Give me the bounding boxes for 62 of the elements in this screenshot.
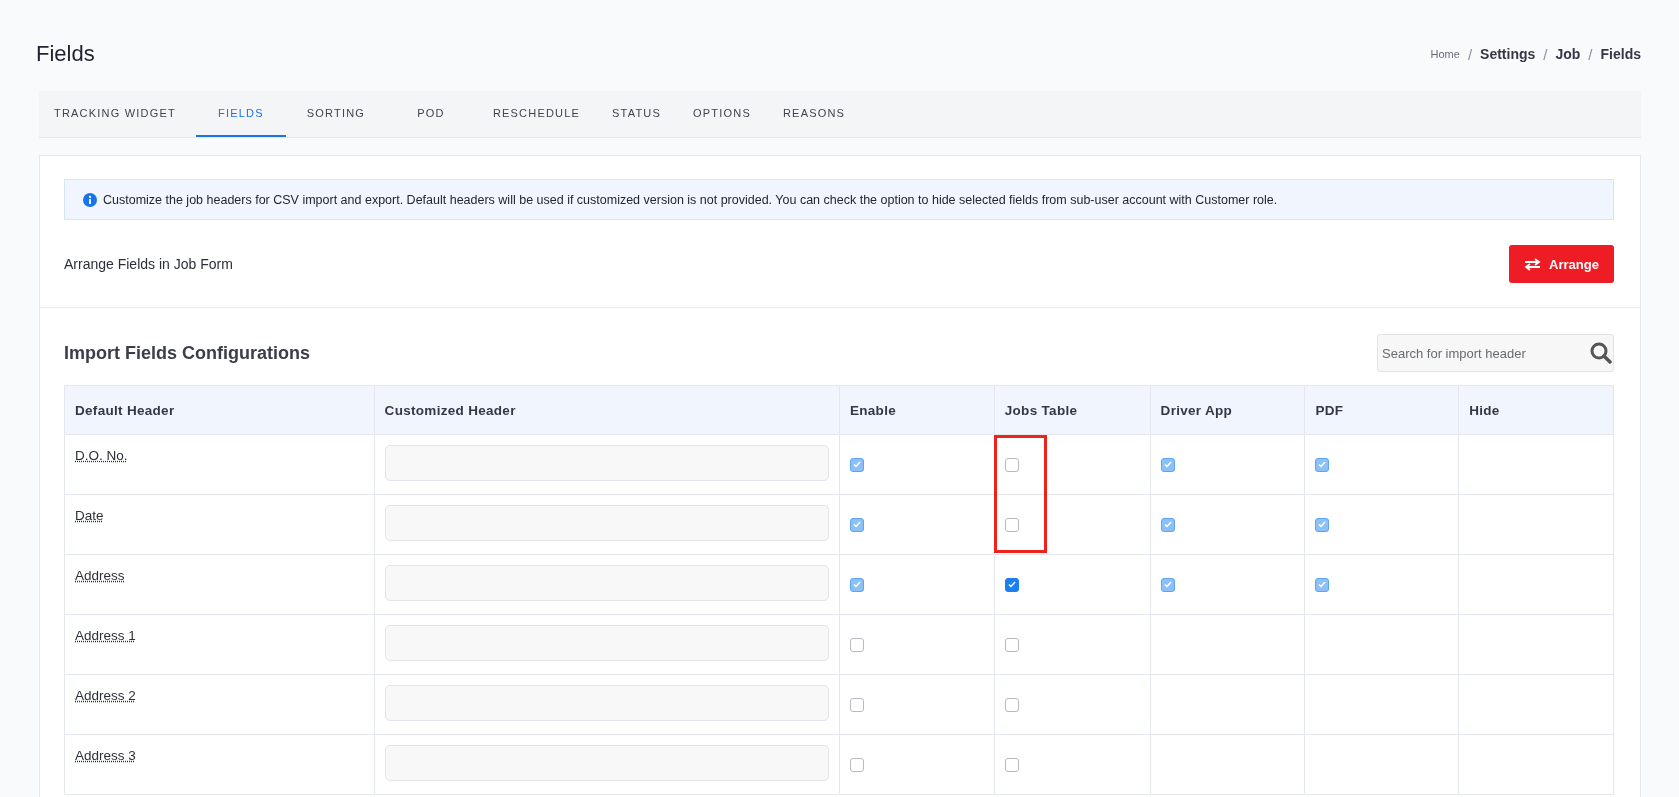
column-header: Customized Header (373, 386, 839, 434)
column-header: Hide (1458, 386, 1613, 434)
section-title: Import Fields Configurations (64, 342, 310, 364)
checkbox[interactable] (849, 757, 864, 772)
customized-header-input[interactable] (384, 445, 829, 481)
field-label: Address 2 (75, 688, 136, 703)
checkbox[interactable] (849, 637, 864, 652)
tab[interactable]: REASONS (767, 91, 861, 137)
field-label: Address (75, 568, 125, 583)
column-header: Default Header (74, 401, 176, 420)
checkbox[interactable] (1004, 457, 1019, 472)
breadcrumb-item[interactable]: Settings (1480, 46, 1536, 62)
tab[interactable]: OPTIONS (678, 91, 766, 137)
customized-header-input[interactable] (384, 745, 829, 781)
search-icon (1590, 342, 1612, 364)
column-header: Driver App (1149, 386, 1305, 434)
tab[interactable]: RESCHEDULE (477, 91, 596, 137)
check-icon (852, 521, 861, 528)
column-header: Jobs Table (993, 386, 1150, 434)
checkbox[interactable] (849, 697, 864, 712)
check-icon (1318, 461, 1327, 468)
breadcrumb-item[interactable]: Job (1555, 46, 1581, 62)
tab[interactable]: STATUS (597, 91, 677, 137)
field-label: Address 3 (75, 748, 136, 763)
check-icon (852, 581, 861, 588)
column-header: PDF (1304, 386, 1459, 434)
field-label: Address 1 (75, 628, 136, 643)
check-icon (1007, 581, 1016, 588)
info-icon (83, 192, 97, 207)
check-icon (852, 461, 861, 468)
swap-arrows-icon (1524, 257, 1542, 271)
customized-header-input[interactable] (384, 625, 829, 661)
page-title: Fields (36, 41, 95, 67)
check-icon (1163, 581, 1172, 588)
column-header: Enable (838, 386, 994, 434)
customized-header-input[interactable] (384, 685, 829, 721)
tab[interactable]: TRACKING WIDGET (39, 91, 191, 137)
checkbox[interactable] (1004, 637, 1019, 652)
tab[interactable]: SORTING (287, 91, 384, 137)
breadcrumb-item[interactable]: Fields (1600, 46, 1641, 62)
tab[interactable]: POD (385, 91, 476, 137)
breadcrumb-separator: / (1543, 45, 1548, 63)
info-text: Customize the job headers for CSV import and export. Default headers will be used if customized version is not provided. You can check the option to hide selected fields from sub-user account with Customer role. (103, 192, 1278, 207)
breadcrumb-separator: / (1588, 45, 1593, 63)
customized-header-input[interactable] (384, 565, 829, 601)
field-label: D.O. No. (75, 448, 128, 463)
breadcrumb-item[interactable]: Home (1430, 48, 1460, 60)
arrange-button[interactable]: Arrange (1509, 245, 1614, 283)
checkbox[interactable] (1004, 757, 1019, 772)
check-icon (1163, 521, 1172, 528)
check-icon (1318, 521, 1327, 528)
checkbox[interactable] (1004, 697, 1019, 712)
checkbox[interactable] (1004, 517, 1019, 532)
check-icon (1163, 461, 1172, 468)
arrange-label: Arrange Fields in Job Form (64, 256, 233, 272)
checkbox[interactable] (1004, 577, 1019, 592)
breadcrumb-separator: / (1467, 45, 1473, 63)
tab[interactable]: FIELDS (195, 91, 286, 137)
search-field[interactable]: Search for import header (1377, 334, 1614, 372)
check-icon (1318, 581, 1327, 588)
customized-header-input[interactable] (384, 505, 829, 541)
field-label: Date (75, 508, 104, 523)
